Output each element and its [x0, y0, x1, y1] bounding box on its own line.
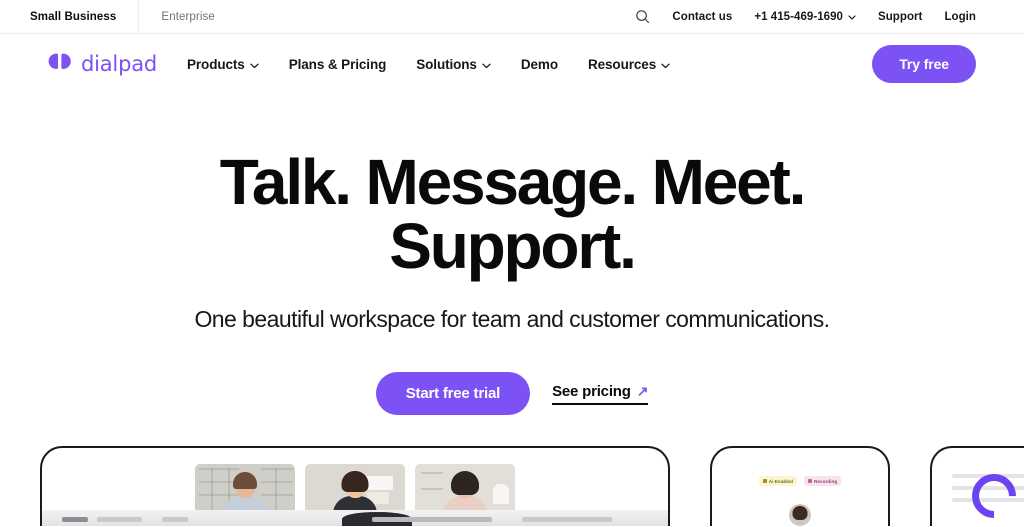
meeting-toolbar — [42, 510, 668, 526]
dialpad-logo[interactable]: dialpad — [48, 52, 157, 76]
chevron-down-icon — [848, 11, 856, 23]
status-badges: Ai Enabled Recording — [712, 448, 888, 486]
video-meeting-mock-card — [40, 446, 670, 526]
see-pricing-link[interactable]: See pricing ↗ — [552, 383, 648, 405]
see-pricing-label: See pricing — [552, 382, 631, 400]
dialpad-logo-text: dialpad — [81, 52, 157, 76]
nav-item-products[interactable]: Products — [187, 57, 259, 72]
status-badge-ai-enabled: Ai Enabled — [758, 476, 798, 486]
avatar — [789, 504, 811, 526]
hero-title-line-2: Support. — [389, 210, 637, 282]
nav-item-demo[interactable]: Demo — [521, 57, 558, 72]
nav-item-label: Products — [187, 56, 245, 72]
status-badge-label: Recording — [814, 478, 838, 484]
utility-link-support[interactable]: Support — [878, 11, 922, 23]
hero-section: Talk. Message. Meet. Support. One beauti… — [0, 94, 1024, 415]
audience-tabs: Small Business Enterprise — [30, 0, 237, 34]
nav-item-label: Resources — [587, 56, 657, 72]
participant-tile — [305, 464, 405, 514]
nav-item-plans-pricing[interactable]: Plans & Pricing — [289, 57, 387, 72]
participant-tile — [415, 464, 515, 514]
utility-links: Contact us +1 415-469-1690 Support Login — [635, 9, 976, 24]
audience-tab-label: Enterprise — [161, 10, 215, 23]
external-arrow-icon: ↗ — [636, 383, 649, 399]
utility-link-label: Contact us — [672, 10, 733, 23]
product-mock-strip: Ai Enabled Recording — [0, 446, 1024, 526]
chevron-down-icon — [482, 57, 491, 72]
utility-link-phone-number[interactable]: +1 415-469-1690 — [754, 11, 856, 23]
nav-item-label: Plans & Pricing — [288, 56, 387, 72]
nav-item-solutions[interactable]: Solutions — [416, 57, 491, 72]
status-badge-label: Ai Enabled — [768, 478, 794, 484]
participant-tiles — [42, 448, 668, 514]
hero-subtitle: One beautiful workspace for team and cus… — [194, 306, 830, 332]
tab-divider — [138, 0, 140, 34]
hero-title-line-1: Talk. Message. Meet. — [219, 146, 807, 218]
utility-link-login[interactable]: Login — [944, 11, 976, 23]
chevron-down-icon — [250, 57, 259, 72]
nav-item-resources[interactable]: Resources — [588, 57, 670, 72]
audience-tab-label: Small Business — [30, 10, 117, 23]
utility-link-label: Support — [878, 10, 923, 23]
participant-avatar — [333, 471, 377, 514]
page-title: Talk. Message. Meet. Support. — [162, 150, 862, 278]
utility-bar: Small Business Enterprise Contact us +1 … — [0, 0, 1024, 34]
nav-item-label: Solutions — [416, 56, 477, 72]
hero-actions: Start free trial See pricing ↗ — [0, 372, 1024, 415]
status-badge-recording: Recording — [804, 476, 842, 486]
audience-tab-small-business[interactable]: Small Business — [30, 0, 138, 34]
try-free-button[interactable]: Try free — [872, 45, 976, 83]
participant-avatar — [443, 471, 487, 514]
utility-link-label: Login — [944, 10, 976, 23]
dialpad-logo-icon — [48, 53, 74, 75]
sparkle-icon — [762, 479, 767, 483]
ai-recording-mock-card: Ai Enabled Recording — [710, 446, 890, 526]
chevron-down-icon — [661, 57, 670, 72]
utility-link-label: +1 415-469-1690 — [754, 10, 844, 23]
nav-items: Products Plans & Pricing Solutions Demo … — [187, 57, 670, 72]
nav-item-label: Demo — [520, 56, 558, 72]
record-icon — [808, 479, 813, 483]
search-icon[interactable] — [635, 9, 650, 24]
utility-link-contact-us[interactable]: Contact us — [672, 11, 732, 23]
audience-tab-enterprise[interactable]: Enterprise — [161, 0, 236, 34]
participant-tile — [195, 464, 295, 514]
start-free-trial-button[interactable]: Start free trial — [375, 372, 531, 415]
main-navigation: dialpad Products Plans & Pricing Solutio… — [0, 34, 1024, 94]
participant-avatar — [223, 472, 267, 514]
